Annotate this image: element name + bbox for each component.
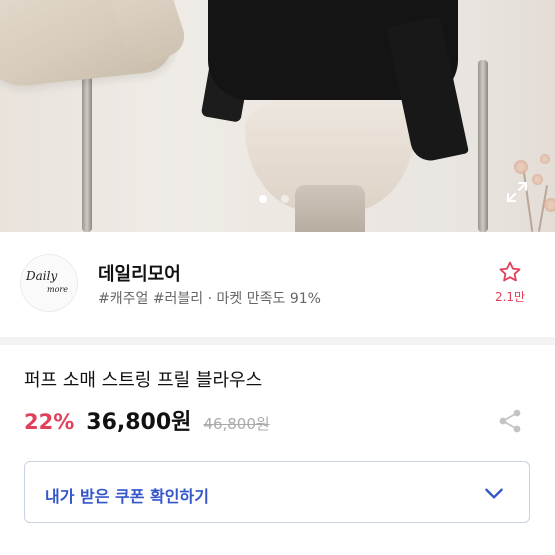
seller-info[interactable]: Daily more 데일리모어 #캐주얼 #러블리 · 마켓 만족도 91% … [0, 232, 555, 332]
flower [514, 160, 528, 174]
sale-price: 36,800원 [86, 410, 192, 435]
coupon-check-button[interactable]: 내가 받은 쿠폰 확인하기 [24, 461, 530, 523]
original-price: 46,800원 [203, 415, 270, 433]
share-icon[interactable] [498, 408, 522, 434]
mannequin-stand [295, 185, 365, 232]
like-count: 2.1만 [494, 290, 526, 304]
star-outline-icon [499, 261, 521, 282]
product-title: 퍼프 소매 스트링 프릴 블라우스 [24, 370, 263, 391]
like-button[interactable]: 2.1만 [490, 260, 530, 305]
seller-logo-subtext: more [47, 285, 68, 294]
flower [540, 154, 550, 164]
expand-icon[interactable] [505, 180, 529, 204]
price-row: 22% 36,800원 46,800원 [24, 404, 270, 436]
carousel-dot[interactable] [281, 195, 289, 203]
flower [544, 198, 555, 212]
section-divider [0, 337, 555, 345]
chevron-down-icon [485, 488, 503, 499]
seller-tags: #캐주얼 #러블리 · 마켓 만족도 91% [98, 291, 321, 307]
coupon-label: 내가 받은 쿠폰 확인하기 [45, 487, 209, 506]
product-image[interactable] [0, 0, 555, 232]
flower [532, 174, 543, 185]
seller-avatar[interactable]: Daily more [20, 254, 78, 312]
carousel-dot-active[interactable] [259, 195, 267, 203]
clothing-rack-left-pole [82, 60, 92, 232]
seller-logo-text: Daily [26, 269, 58, 283]
carousel-dots [259, 195, 289, 203]
clothing-rack-right-pole [478, 60, 488, 232]
seller-name[interactable]: 데일리모어 [98, 260, 181, 286]
discount-rate: 22% [24, 410, 75, 434]
